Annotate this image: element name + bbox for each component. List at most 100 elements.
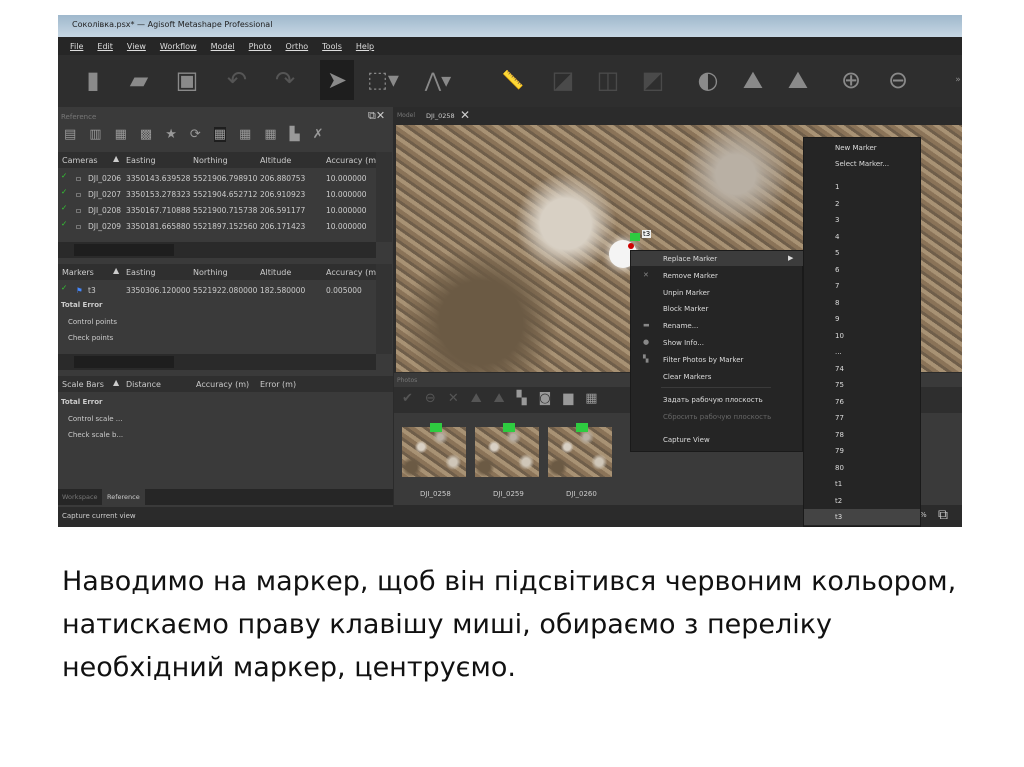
horizontal-scrollbar[interactable] bbox=[58, 354, 376, 370]
photo-thumbnail[interactable] bbox=[475, 423, 539, 477]
control-scale-row[interactable]: Control scale ... bbox=[68, 415, 122, 423]
submenu-new-marker[interactable]: New Marker bbox=[835, 144, 877, 152]
view-mode-icon[interactable]: ▦ bbox=[585, 391, 597, 409]
remove-icon[interactable]: ✕ bbox=[448, 391, 459, 409]
rotate-right-icon[interactable]: ⛰ bbox=[783, 65, 813, 95]
col-scale-bars[interactable]: Scale Bars bbox=[62, 380, 104, 389]
settings-icon[interactable]: ✗ bbox=[313, 127, 324, 142]
submenu-marker-item[interactable]: 75 bbox=[835, 381, 844, 389]
close-tab-icon[interactable]: ✕ bbox=[460, 108, 470, 122]
tab-model[interactable]: Model bbox=[397, 112, 415, 119]
submenu-marker-item[interactable]: 4 bbox=[835, 233, 839, 241]
submenu-marker-item[interactable]: 7 bbox=[835, 282, 839, 290]
col-cameras[interactable]: Cameras bbox=[62, 156, 98, 165]
col-accuracy[interactable]: Accuracy (m bbox=[326, 268, 376, 277]
zoom-in-icon[interactable]: ⊕ bbox=[836, 65, 866, 95]
col-accuracy[interactable]: Accuracy (m) bbox=[196, 380, 249, 389]
disable-icon[interactable]: ⊖ bbox=[425, 391, 436, 409]
contrast-icon[interactable]: ◐ bbox=[693, 65, 723, 95]
sort-up-icon[interactable]: ▲ bbox=[113, 154, 119, 163]
sort-up-icon[interactable]: ▲ bbox=[113, 378, 119, 387]
mask-icon[interactable]: ◙ bbox=[539, 391, 552, 409]
submenu-marker-item[interactable]: 2 bbox=[835, 200, 839, 208]
table-row[interactable]: ✓ ▫ DJI_0208 3350167.710888 5521900.715738 20… bbox=[58, 202, 376, 216]
submenu-marker-item[interactable]: 9 bbox=[835, 315, 839, 323]
zoom-out-icon[interactable]: ⊖ bbox=[883, 65, 913, 95]
submenu-marker-item[interactable]: 5 bbox=[835, 249, 839, 257]
sort-up-icon[interactable]: ▲ bbox=[113, 266, 119, 275]
calculator-icon[interactable]: ▩ bbox=[140, 127, 152, 142]
menu-file[interactable]: File bbox=[70, 42, 83, 51]
submenu-marker-item[interactable]: 76 bbox=[835, 398, 844, 406]
menu-workflow[interactable]: Workflow bbox=[160, 42, 197, 51]
check-points-row[interactable]: Check points bbox=[68, 334, 113, 342]
table-row[interactable]: ✓ ▫ DJI_0209 3350181.665880 5521897.152560 20… bbox=[58, 218, 376, 232]
more-icon[interactable]: » bbox=[943, 65, 962, 95]
menu-item-show-info[interactable]: Show Info... bbox=[663, 339, 704, 347]
checkbox-icon[interactable]: ✓ bbox=[61, 283, 67, 292]
marker-point[interactable] bbox=[628, 243, 634, 249]
submenu-marker-item[interactable]: 1 bbox=[835, 183, 839, 191]
update-icon[interactable]: ⟳ bbox=[190, 127, 201, 142]
scrollbar-thumb[interactable] bbox=[74, 356, 174, 368]
menu-view[interactable]: View bbox=[127, 42, 146, 51]
table-row[interactable]: ✓ ▫ DJI_0207 3350153.278323 5521904.652712 20… bbox=[58, 186, 376, 200]
overlap-icon[interactable]: ▆ bbox=[563, 391, 573, 409]
submenu-marker-item[interactable]: t1 bbox=[835, 480, 842, 488]
ruler-icon[interactable]: 📏 bbox=[498, 65, 528, 95]
view-errors-icon[interactable]: ▦ bbox=[264, 127, 276, 142]
intersect-icon[interactable]: ◫ bbox=[593, 65, 623, 95]
fit-view-icon[interactable]: ⧉ bbox=[938, 507, 948, 523]
submenu-marker-item[interactable]: t2 bbox=[835, 497, 842, 505]
col-distance[interactable]: Distance bbox=[126, 380, 161, 389]
check-scale-row[interactable]: Check scale b... bbox=[68, 431, 123, 439]
menu-item-rename[interactable]: Rename... bbox=[663, 322, 698, 330]
exclude-icon[interactable]: ◩ bbox=[638, 65, 668, 95]
menu-edit[interactable]: Edit bbox=[97, 42, 113, 51]
undo-icon[interactable]: ↶ bbox=[222, 65, 252, 95]
submenu-select-marker[interactable]: Select Marker... bbox=[835, 160, 889, 168]
rotate-left-icon[interactable]: ⛰ bbox=[738, 65, 768, 95]
menu-photo[interactable]: Photo bbox=[249, 42, 272, 51]
submenu-marker-item[interactable]: 6 bbox=[835, 266, 839, 274]
vertical-scrollbar[interactable] bbox=[376, 264, 392, 354]
star-icon[interactable]: ★ bbox=[165, 127, 177, 142]
col-error[interactable]: Error (m) bbox=[260, 380, 296, 389]
submenu-marker-item[interactable]: 78 bbox=[835, 431, 844, 439]
col-altitude[interactable]: Altitude bbox=[260, 268, 291, 277]
checkbox-icon[interactable]: ✓ bbox=[61, 171, 67, 180]
enable-icon[interactable]: ✔ bbox=[402, 391, 413, 409]
tab-workspace[interactable]: Workspace bbox=[62, 493, 98, 501]
chart-icon[interactable]: ▙ bbox=[290, 127, 300, 142]
submenu-marker-item[interactable]: 80 bbox=[835, 464, 844, 472]
menu-help[interactable]: Help bbox=[356, 42, 374, 51]
tab-reference[interactable]: Reference bbox=[102, 489, 145, 505]
submenu-marker-item[interactable]: 3 bbox=[835, 216, 839, 224]
menu-ortho[interactable]: Ortho bbox=[285, 42, 308, 51]
scrollbar-thumb[interactable] bbox=[74, 244, 174, 256]
checkbox-icon[interactable]: ✓ bbox=[61, 187, 67, 196]
merge-icon[interactable]: ◪ bbox=[548, 65, 578, 95]
menu-item-filter-photos[interactable]: Filter Photos by Marker bbox=[663, 356, 743, 364]
submenu-marker-item[interactable]: ... bbox=[835, 348, 842, 356]
menu-item-clear-markers[interactable]: Clear Markers bbox=[663, 373, 711, 381]
filter-icon[interactable]: ▚ bbox=[517, 391, 527, 409]
submenu-marker-item[interactable]: 74 bbox=[835, 365, 844, 373]
rectangle-selection-icon[interactable]: ⬚▾ bbox=[367, 65, 399, 95]
menu-model[interactable]: Model bbox=[211, 42, 235, 51]
navigation-cursor-icon[interactable]: ➤ bbox=[320, 60, 354, 100]
rotate-left-icon[interactable]: ⛰ bbox=[471, 391, 482, 409]
tab-photo[interactable]: DJI_0258 bbox=[426, 112, 455, 120]
horizontal-scrollbar[interactable] bbox=[58, 242, 376, 258]
marker-row[interactable]: ✓ ⚑ t3 3350306.120000 5521922.080000 182.5800… bbox=[58, 282, 376, 296]
col-accuracy[interactable]: Accuracy (m bbox=[326, 156, 376, 165]
col-easting[interactable]: Easting bbox=[126, 156, 156, 165]
save-icon[interactable]: ▣ bbox=[172, 65, 202, 95]
new-file-icon[interactable]: ▮ bbox=[78, 65, 108, 95]
menu-item-remove-marker[interactable]: Remove Marker bbox=[663, 272, 718, 280]
menu-item-replace-marker[interactable]: Replace Marker bbox=[663, 255, 717, 263]
submenu-marker-item[interactable]: 77 bbox=[835, 414, 844, 422]
vertical-scrollbar[interactable] bbox=[376, 152, 392, 242]
rotate-right-icon[interactable]: ⛰ bbox=[494, 391, 505, 409]
export-icon[interactable]: ▥ bbox=[89, 127, 101, 142]
